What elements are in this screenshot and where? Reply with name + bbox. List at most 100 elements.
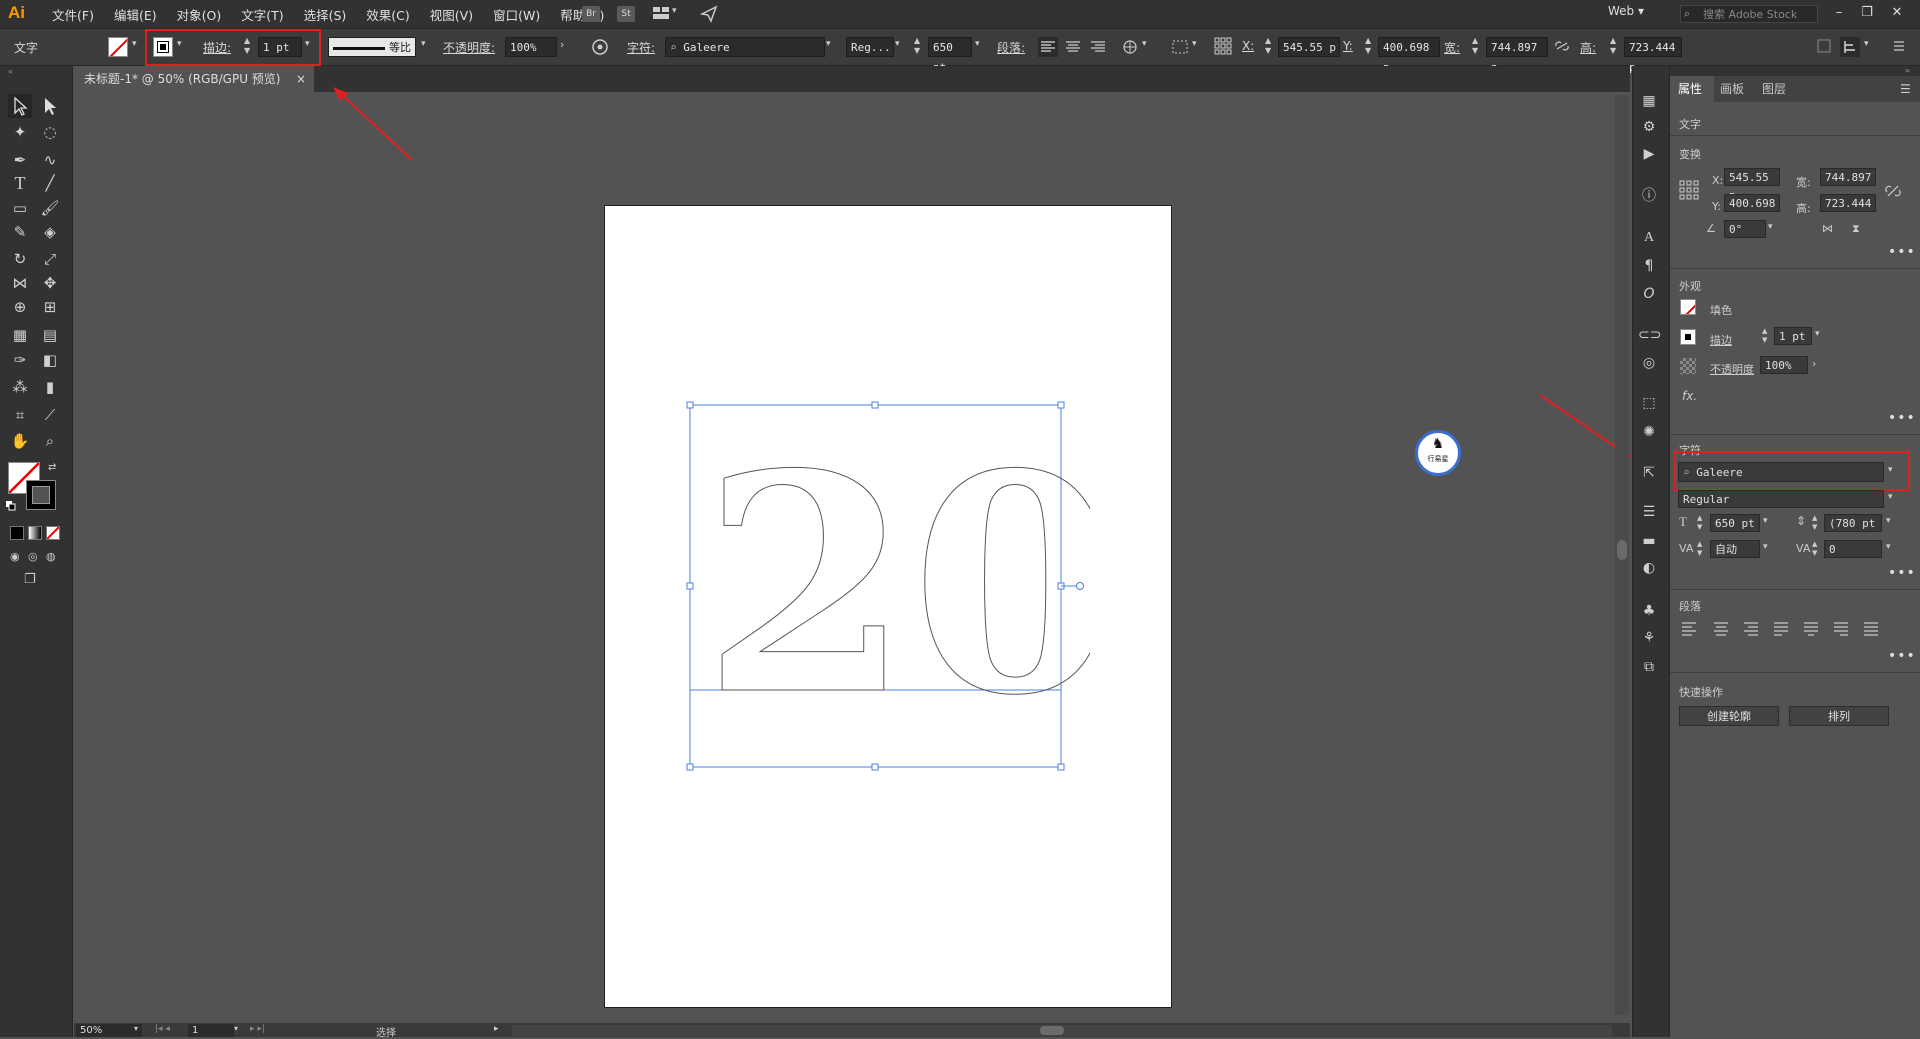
line-tool-icon[interactable]: ╱ [38,171,62,195]
reference-point-icon[interactable] [1213,36,1233,56]
x-input[interactable]: 545.55 p [1278,37,1340,57]
transform-h-input[interactable]: 723.444 [1820,194,1876,212]
type-tool-icon[interactable]: T [8,171,32,195]
direct-selection-tool-icon[interactable] [38,94,62,118]
gradient-mode-icon[interactable] [28,526,42,540]
flip-horizontal-icon[interactable]: ⋈ [1822,222,1833,235]
width-tool-icon[interactable]: ⋈ [8,271,32,295]
flip-vertical-icon[interactable]: ⧗ [1852,222,1860,236]
collapse-toolbar-icon[interactable]: « [8,67,13,76]
slice-tool-icon[interactable]: ⟋ [38,403,62,427]
scale-tool-icon[interactable]: ⤢ [38,247,62,271]
stroke-profile-select[interactable]: 等比 [328,37,416,57]
artboard-tool-icon[interactable]: ⌗ [8,403,32,427]
chevron-down-icon[interactable]: ▾ [672,6,677,16]
paragraph-panel-icon[interactable]: ¶ [1638,255,1660,277]
brightness-icon[interactable]: ✺ [1638,421,1660,443]
document-tab[interactable]: 未标题-1* @ 50% (RGB/GPU 预览) × [74,66,314,92]
eraser-tool-icon[interactable]: ◈ [38,220,62,244]
stroke-swatch[interactable] [153,37,173,57]
symbol-sprayer-tool-icon[interactable]: ⁂ [8,375,32,399]
curvature-tool-icon[interactable]: ∿ [38,148,62,172]
appearance-fill-swatch[interactable] [1680,299,1696,315]
font-style-input[interactable]: Reg... [846,37,894,57]
selected-text-object[interactable]: 20 [680,395,1090,775]
transform-x-input[interactable]: 545.55 p [1724,168,1780,202]
appearance-stroke-stepper[interactable]: ▲ ▼ [1762,327,1772,345]
width-input[interactable]: 744.897 p [1486,37,1548,74]
chevron-down-icon[interactable]: ▾ [1768,222,1773,232]
horizontal-scrollbar[interactable] [512,1025,1612,1036]
gradient-panel-icon[interactable]: ▬ [1638,530,1660,552]
font-size-stepper[interactable]: ▲ ▼ [914,36,926,58]
properties-panel-icon[interactable]: ⇱ [1638,462,1660,484]
brushes-panel-icon[interactable]: ⚘ [1638,627,1660,649]
menu-file[interactable]: 文件(F) [42,5,104,24]
rectangle-tool-icon[interactable]: ▭ [8,196,32,220]
artboards-panel-icon[interactable]: ⧉ [1638,656,1660,678]
zoom-level-select[interactable]: 50% [76,1024,142,1037]
first-artboard-button[interactable]: |◂ ◂ [155,1024,170,1034]
arrange-button[interactable]: 排列 [1789,706,1889,726]
paragraph-align-buttons[interactable] [1680,620,1900,638]
artboard-number-input[interactable]: 1 [188,1024,234,1037]
tab-layers[interactable]: 图层 [1762,80,1786,97]
reference-point-icon[interactable] [1679,180,1699,200]
lasso-tool-icon[interactable]: ◌ [38,120,62,144]
last-artboard-button[interactable]: ▸ ▸| [250,1024,265,1034]
blend-tool-icon[interactable]: ◧ [38,348,62,372]
chevron-down-icon[interactable]: ▾ [1886,542,1891,552]
tab-properties[interactable]: 属性 [1678,80,1702,97]
perspective-grid-tool-icon[interactable]: ⊞ [38,295,62,319]
image-trace-icon[interactable]: ⬚ [1638,392,1660,414]
menu-object[interactable]: 对象(O) [167,5,232,24]
fill-swatch[interactable] [108,37,128,57]
symbols-panel-icon[interactable]: ♣ [1638,600,1660,622]
draw-behind-icon[interactable]: ◎ [28,550,38,563]
leading-input[interactable]: (780 pt [1824,514,1882,532]
cc-libraries-icon[interactable]: ◎ [1638,352,1660,374]
chevron-down-icon[interactable]: ▾ [1763,542,1768,552]
close-tab-button[interactable]: × [296,66,306,92]
link-proportions-icon[interactable] [1554,38,1570,54]
menu-type[interactable]: 文字(T) [231,5,293,24]
workspace-switcher[interactable]: Web ▾ [1608,4,1644,24]
rotate-tool-icon[interactable]: ↻ [8,247,32,271]
transform-y-input[interactable]: 400.698 [1724,194,1780,212]
align-left-icon[interactable] [1038,37,1058,57]
appearance-opacity-icon[interactable] [1680,358,1696,374]
align-center-icon[interactable] [1063,37,1083,57]
actions-play-icon[interactable]: ▶ [1638,143,1660,165]
stroke-panel-icon[interactable]: ☰ [1638,501,1660,523]
selection-tool-icon[interactable] [8,94,32,118]
transparency-panel-icon[interactable]: ◐ [1638,557,1660,579]
appearance-stroke-swatch[interactable] [1680,329,1696,345]
minimize-button[interactable]: – [1826,4,1852,22]
y-input[interactable]: 400.698 p [1378,37,1440,74]
arrange-documents-icon[interactable] [652,6,670,20]
fx-button[interactable]: fx. [1682,389,1697,403]
appearance-stroke-input[interactable]: 1 pt [1774,327,1812,345]
chevron-right-icon[interactable]: ▸ [494,1024,499,1034]
mesh-tool-icon[interactable]: ▦ [8,323,32,347]
tracking-stepper[interactable]: ▲ ▼ [1812,540,1822,558]
chevron-down-icon[interactable]: ▾ [132,39,137,49]
stroke-weight-input[interactable]: 1 pt [258,37,302,57]
chevron-down-icon[interactable]: ▾ [1864,39,1869,49]
gradient-tool-icon[interactable]: ▤ [38,323,62,347]
menu-edit[interactable]: 编辑(E) [104,5,167,24]
chevron-down-icon[interactable]: ▾ [1888,465,1893,475]
info-icon[interactable]: ⓘ [1638,185,1660,207]
chevron-down-icon[interactable]: ▾ [1142,39,1147,49]
character-panel-icon[interactable]: A [1638,227,1660,249]
chevron-down-icon[interactable]: ▾ [177,39,182,49]
appearance-opacity-label[interactable]: 不透明度 [1710,361,1754,377]
more-options-icon[interactable]: ••• [1888,410,1916,426]
chevron-down-icon[interactable]: ▾ [1815,329,1820,339]
chevron-down-icon[interactable]: ▾ [305,39,310,49]
opentype-icon[interactable]: O [1638,283,1660,305]
y-stepper[interactable]: ▲ ▼ [1365,36,1377,58]
align-objects-icon[interactable] [1170,37,1190,57]
panel-menu-icon[interactable] [1890,37,1908,55]
chevron-down-icon[interactable]: ▾ [975,39,980,49]
